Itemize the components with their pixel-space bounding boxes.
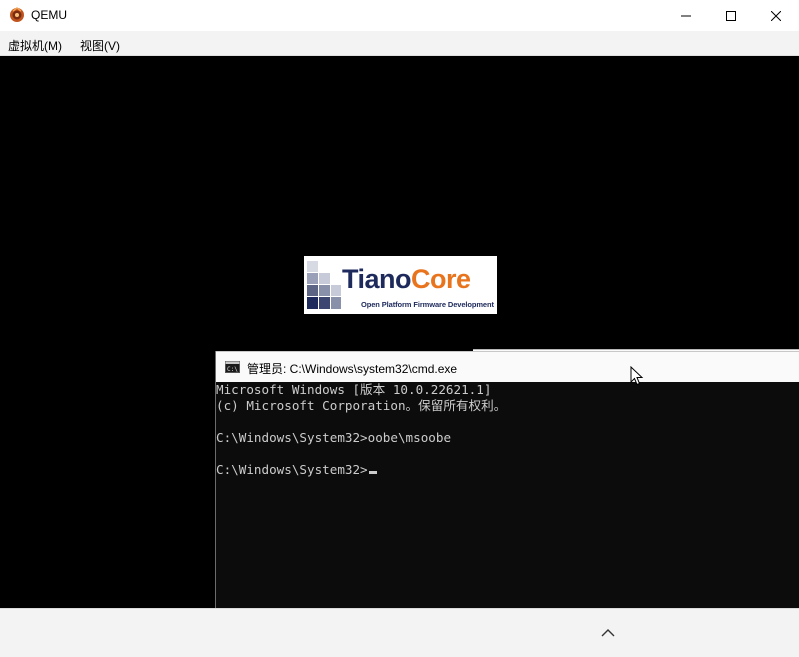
console-line: Microsoft Windows [版本 10.0.22621.1] xyxy=(216,382,492,397)
console-line: C:\Windows\System32>oobe\msoobe xyxy=(216,430,452,445)
cmd-window[interactable]: C:\ 管理员: C:\Windows\system32\cmd.exe Mic… xyxy=(215,349,799,608)
tianocore-tagline: Open Platform Firmware Development xyxy=(361,300,494,309)
minimize-icon xyxy=(681,15,691,16)
console-prompt-line[interactable]: C:\Windows\System32> xyxy=(216,462,377,478)
window-title: QEMU xyxy=(31,8,67,22)
chevron-up-icon xyxy=(601,629,615,637)
tianocore-blocks-icon xyxy=(307,261,341,309)
menu-view[interactable]: 视图(V) xyxy=(80,37,120,54)
maximize-icon xyxy=(726,10,736,21)
menu-machine[interactable]: 虚拟机(M) xyxy=(8,37,62,54)
cmd-title: 管理员: C:\Windows\system32\cmd.exe xyxy=(247,362,458,376)
window-titlebar[interactable]: QEMU xyxy=(0,0,799,31)
tianocore-wordmark: TianoCore xyxy=(342,264,471,294)
vm-display[interactable]: TianoCore Open Platform Firmware Develop… xyxy=(0,56,799,608)
cmd-icon: C:\ xyxy=(225,361,240,373)
text-cursor xyxy=(368,471,377,474)
maximize-button[interactable] xyxy=(708,0,754,31)
qemu-logo-icon xyxy=(9,7,25,23)
console-prompt: C:\Windows\System32> xyxy=(216,462,368,477)
console-line: (c) Microsoft Corporation。保留所有权利。 xyxy=(216,398,507,413)
status-bar xyxy=(0,608,799,657)
cmd-titlebar[interactable]: C:\ 管理员: C:\Windows\system32\cmd.exe xyxy=(216,351,799,382)
tianocore-logo: TianoCore Open Platform Firmware Develop… xyxy=(304,256,497,314)
menu-bar: 虚拟机(M) 视图(V) xyxy=(0,31,799,56)
close-icon xyxy=(771,10,781,21)
svg-text:C:\: C:\ xyxy=(227,366,238,373)
minimize-button[interactable] xyxy=(663,0,709,31)
close-button[interactable] xyxy=(753,0,799,31)
mouse-pointer-icon xyxy=(630,366,644,386)
expand-button[interactable] xyxy=(598,625,618,641)
cmd-console[interactable]: Microsoft Windows [版本 10.0.22621.1] (c) … xyxy=(216,382,799,608)
